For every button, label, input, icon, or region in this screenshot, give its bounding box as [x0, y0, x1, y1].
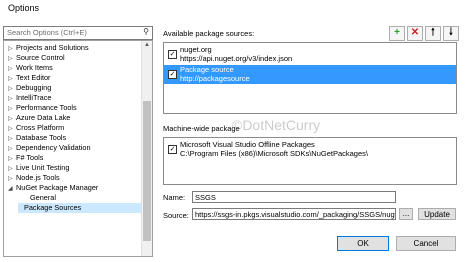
tree-item-general[interactable]: General: [30, 193, 56, 203]
add-source-button[interactable]: +: [389, 26, 405, 41]
window-title: Options: [8, 3, 40, 13]
watermark: ©DotNetCurry: [232, 117, 321, 133]
tree-item-azure-data-lake[interactable]: ▷ Azure Data Lake: [8, 113, 70, 123]
tree-item-database-tools[interactable]: ▷ Database Tools: [8, 133, 66, 143]
checkbox-checked[interactable]: ✓: [168, 70, 177, 79]
source-name: Microsoft Visual Studio Offline Packages: [180, 140, 315, 149]
list-item-selected[interactable]: ✓ Package source http://packagesource: [164, 65, 456, 84]
update-button[interactable]: Update: [418, 208, 456, 220]
collapse-arrow-icon[interactable]: ◢: [8, 184, 16, 194]
tree-item-work-items[interactable]: ▷ Work Items: [8, 63, 53, 73]
tree-item-dependency-validation[interactable]: ▷ Dependency Validation: [8, 143, 91, 153]
x-icon: ✕: [410, 27, 420, 38]
package-sources-list[interactable]: ✓ nuget.org https://api.nuget.org/v3/ind…: [163, 42, 457, 114]
tree-item-source-control[interactable]: ▷ Source Control: [8, 53, 65, 63]
browse-button[interactable]: ...: [399, 208, 413, 220]
checkbox-checked[interactable]: ✓: [168, 145, 177, 154]
source-label: Source:: [163, 211, 189, 220]
tree-item-intellitrace[interactable]: ▷ IntelliTrace: [8, 93, 51, 103]
source-url: http://packagesource: [180, 74, 250, 83]
available-sources-heading: Available package sources:: [163, 29, 255, 38]
tree-item-cross-platform[interactable]: ▷ Cross Platform: [8, 123, 64, 133]
search-options-input[interactable]: Search Options (Ctrl+E) ⚲: [3, 26, 153, 40]
tree-item-projects-and-solutions[interactable]: ▷ Projects and Solutions: [8, 43, 89, 53]
checkbox-checked[interactable]: ✓: [168, 50, 177, 59]
title-bar: Options: [0, 0, 474, 18]
search-icon: ⚲: [143, 27, 149, 36]
arrow-up-icon: 🠑: [431, 27, 435, 38]
move-down-button[interactable]: 🠓: [443, 26, 459, 41]
source-url: https://api.nuget.org/v3/index.json: [180, 54, 293, 63]
tree-item-fsharp-tools[interactable]: ▷ F# Tools: [8, 153, 43, 163]
search-placeholder: Search Options (Ctrl+E): [7, 28, 87, 37]
list-item[interactable]: ✓ Microsoft Visual Studio Offline Packag…: [164, 140, 456, 159]
tree-item-text-editor[interactable]: ▷ Text Editor: [8, 73, 50, 83]
remove-source-button[interactable]: ✕: [407, 26, 423, 41]
name-label: Name:: [163, 193, 186, 202]
source-field[interactable]: https://ssgs-in.pkgs.visualstudio.com/_p…: [192, 208, 396, 220]
list-item[interactable]: ✓ nuget.org https://api.nuget.org/v3/ind…: [164, 45, 456, 64]
source-path: C:\Program Files (x86)\Microsoft SDKs\Nu…: [180, 149, 368, 158]
tree-item-performance-tools[interactable]: ▷ Performance Tools: [8, 103, 77, 113]
source-name: Package source: [180, 65, 234, 74]
tree-item-package-sources[interactable]: Package Sources: [18, 203, 144, 213]
arrow-down-icon: 🠓: [449, 27, 453, 38]
plus-icon: +: [394, 27, 400, 38]
machine-wide-heading: Machine-wide package: [163, 124, 240, 133]
source-name: nuget.org: [180, 45, 212, 54]
ok-button[interactable]: OK: [337, 236, 389, 251]
move-up-button[interactable]: 🠑: [425, 26, 441, 41]
scroll-up-icon[interactable]: ▲: [144, 42, 150, 48]
tree-item-debugging[interactable]: ▷ Debugging: [8, 83, 51, 93]
scrollbar-thumb[interactable]: [143, 101, 151, 241]
machine-wide-sources-list[interactable]: ✓ Microsoft Visual Studio Offline Packag…: [163, 137, 457, 185]
cancel-button[interactable]: Cancel: [396, 236, 456, 251]
tree-item-nodejs-tools[interactable]: ▷ Node.js Tools: [8, 173, 60, 183]
name-field[interactable]: SSGS: [192, 191, 396, 203]
tree-item-live-unit-testing[interactable]: ▷ Live Unit Testing: [8, 163, 69, 173]
tree-scrollbar[interactable]: ▲: [141, 41, 152, 256]
options-tree[interactable]: ▷ Projects and Solutions ▷ Source Control …: [3, 40, 153, 257]
tree-item-nuget-package-manager[interactable]: ◢ NuGet Package Manager: [8, 183, 98, 193]
